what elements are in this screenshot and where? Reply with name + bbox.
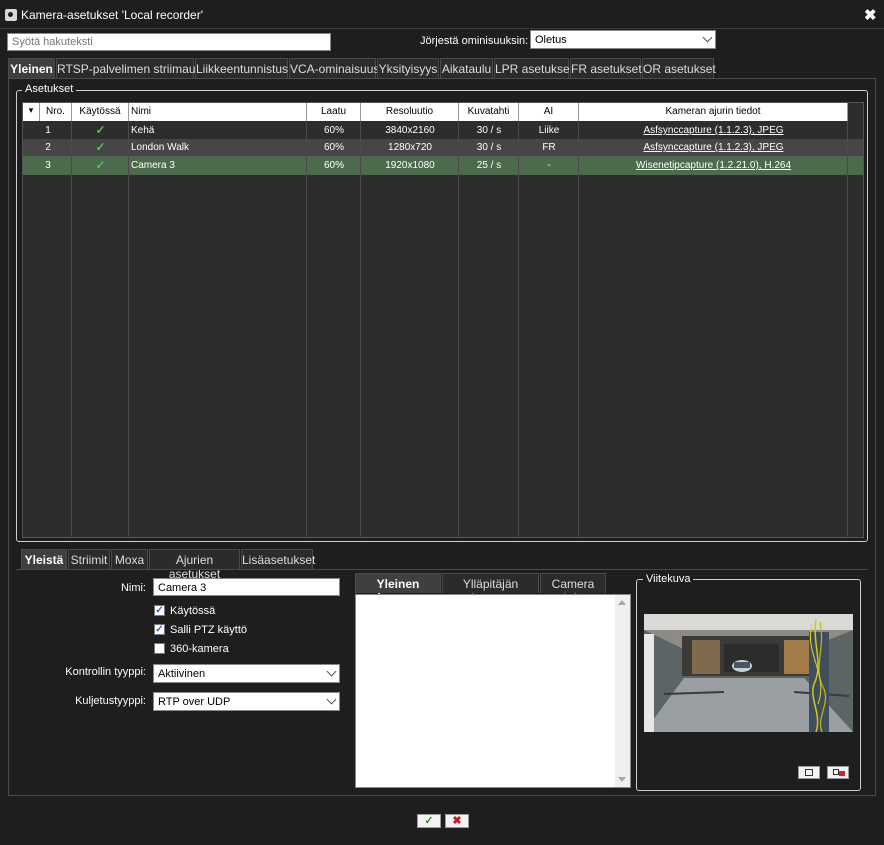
control-type-select[interactable]: Aktiivinen: [153, 664, 340, 683]
header-resolution[interactable]: Resoluutio: [361, 103, 459, 121]
delete-reference-button[interactable]: [827, 766, 849, 779]
chevron-down-icon: [702, 32, 713, 43]
tab-motion[interactable]: Liikkeentunnistus: [195, 58, 288, 78]
scroll-up-icon[interactable]: [618, 600, 626, 605]
enabled-checkbox[interactable]: ✓: [154, 605, 165, 616]
header-quality[interactable]: Laatu: [307, 103, 361, 121]
delete-icon: [839, 771, 845, 776]
subtab-streams[interactable]: Striimit: [68, 549, 110, 569]
camera-360-label: 360-kamera: [170, 643, 229, 655]
tab-fr[interactable]: FR asetukset: [570, 58, 642, 78]
subtab-moxa[interactable]: Moxa: [111, 549, 148, 569]
cell-resolution: 3840x2160: [385, 125, 435, 136]
sort-label: Jörjestä ominisuuksin:: [420, 35, 529, 47]
transport-type-select[interactable]: RTP over UDP: [153, 692, 340, 711]
subtab-advanced[interactable]: Lisäasetukset: [241, 549, 315, 569]
ptz-label: Salli PTZ käyttö: [170, 624, 248, 636]
cell-fps: 30 / s: [476, 142, 502, 153]
cell-fps: 25 / s: [476, 160, 502, 171]
reference-image-drawing: [644, 614, 853, 732]
camera-settings-icon: [5, 9, 17, 21]
ok-button[interactable]: ✓: [417, 814, 441, 828]
header-name[interactable]: Nimi: [129, 103, 307, 121]
cell-name: London Walk: [131, 142, 189, 153]
header-enabled[interactable]: Käytössä: [72, 103, 129, 121]
description-scrollbar[interactable]: [615, 595, 630, 787]
search-input[interactable]: [7, 33, 331, 51]
cell-ai: FR: [542, 142, 556, 153]
subtab-general[interactable]: Yleistä: [21, 549, 67, 569]
header-fps[interactable]: Kuvatahti: [459, 103, 519, 121]
cell-ai: Liike: [538, 125, 560, 136]
check-icon[interactable]: ✓: [72, 157, 129, 174]
cell-driver-link[interactable]: Asfsynccapture (1.1.2.3), JPEG: [579, 122, 848, 139]
check-icon[interactable]: ✓: [72, 122, 129, 139]
sort-select-value: Oletus: [535, 34, 567, 46]
cell-nro: 2: [45, 142, 51, 153]
cell-resolution: 1920x1080: [385, 160, 435, 171]
tab-or[interactable]: OR asetukset: [642, 58, 716, 78]
window-title: Kamera-asetukset 'Local recorder': [21, 8, 203, 22]
sort-select[interactable]: Oletus: [530, 30, 716, 49]
title-separator: [0, 28, 884, 29]
cell-name: Camera 3: [131, 160, 175, 171]
cell-quality: 60%: [323, 125, 344, 136]
tab-vca[interactable]: VCA-ominaisuus: [289, 58, 379, 78]
tab-lpr[interactable]: LPR asetukset: [494, 58, 573, 78]
chevron-down-icon: [326, 666, 337, 677]
subtab-driver-settings[interactable]: Ajurien asetukset: [149, 549, 240, 581]
cell-resolution: 1280x720: [388, 142, 432, 153]
chevron-down-icon: [326, 694, 337, 705]
tab-camera-info[interactable]: Camera Info: [540, 573, 606, 605]
enabled-label: Käytössä: [170, 605, 216, 617]
transport-type-label: Kuljetustyyppi:: [75, 695, 146, 707]
description-textarea[interactable]: [355, 594, 631, 788]
cell-nro: 3: [45, 160, 51, 171]
cancel-button[interactable]: ✖: [445, 814, 469, 828]
tab-general-description[interactable]: Yleinen kuvaus: [355, 573, 441, 605]
control-type-label: Kontrollin tyyppi:: [65, 666, 146, 678]
close-icon[interactable]: ✖: [864, 6, 877, 24]
ptz-checkbox[interactable]: ✓: [154, 624, 165, 635]
settings-legend: Asetukset: [22, 83, 77, 95]
cell-nro: 1: [45, 125, 51, 136]
tab-admin-description[interactable]: Ylläpitäjän kuvaus: [442, 573, 539, 605]
camera-360-checkbox[interactable]: [154, 643, 165, 654]
header-ai[interactable]: AI: [519, 103, 579, 121]
name-label: Nimi:: [120, 582, 146, 594]
cell-quality: 60%: [323, 142, 344, 153]
check-icon[interactable]: ✓: [72, 139, 129, 156]
sort-indicator-icon[interactable]: ▾: [23, 103, 40, 121]
name-field[interactable]: Camera 3: [153, 578, 340, 596]
cell-fps: 30 / s: [476, 125, 502, 136]
header-nro[interactable]: Nro.: [40, 103, 72, 121]
control-type-value: Aktiivinen: [158, 668, 206, 680]
tab-privacy[interactable]: Yksityisyys: [377, 58, 439, 78]
reference-image-legend: Viitekuva: [643, 573, 694, 585]
cell-driver-link[interactable]: Asfsynccapture (1.1.2.3), JPEG: [579, 139, 848, 156]
cell-name: Kehä: [131, 125, 155, 136]
reference-image: [644, 614, 853, 732]
cell-quality: 60%: [323, 160, 344, 171]
camera-icon: [805, 769, 813, 776]
transport-type-value: RTP over UDP: [158, 696, 231, 708]
capture-reference-button[interactable]: [798, 766, 820, 779]
tab-yleinen[interactable]: Yleinen: [8, 58, 55, 78]
scroll-down-icon[interactable]: [618, 777, 626, 782]
header-driver[interactable]: Kameran ajurin tiedot: [579, 103, 848, 121]
subtab-divider: [16, 569, 868, 570]
cell-ai: -: [547, 160, 551, 171]
tab-rtsp[interactable]: RTSP-palvelimen striimaus: [56, 58, 202, 78]
tab-schedule[interactable]: Aikataulu: [440, 58, 493, 78]
cell-driver-link[interactable]: Wisenetipcapture (1.2.21.0), H.264: [579, 157, 848, 174]
